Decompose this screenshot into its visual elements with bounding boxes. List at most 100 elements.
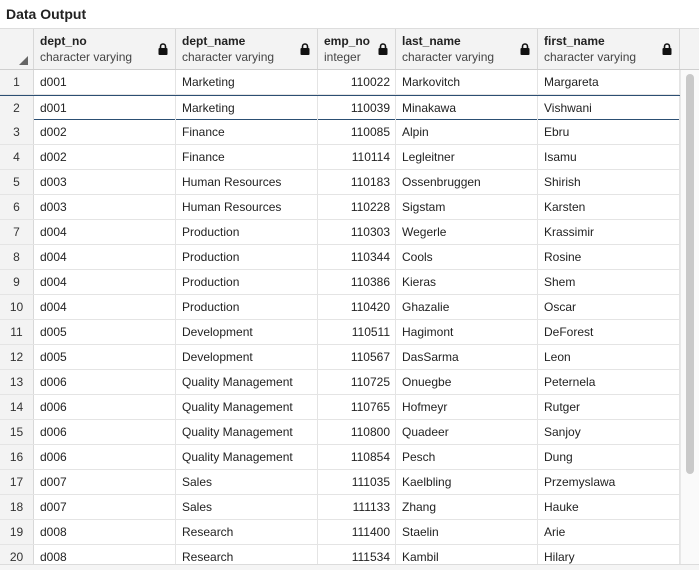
cell-dept-no[interactable]: d008 bbox=[34, 520, 176, 544]
cell-dept-name[interactable]: Quality Management bbox=[176, 370, 318, 394]
cell-dept-name[interactable]: Sales bbox=[176, 470, 318, 494]
cell-emp-no[interactable]: 110800 bbox=[318, 420, 396, 444]
cell-dept-no[interactable]: d007 bbox=[34, 495, 176, 519]
row-number[interactable]: 1 bbox=[0, 70, 34, 94]
cell-dept-no[interactable]: d001 bbox=[34, 70, 176, 94]
cell-dept-no[interactable]: d004 bbox=[34, 270, 176, 294]
cell-first-name[interactable]: Przemyslawa bbox=[538, 470, 680, 494]
cell-last-name[interactable]: Wegerle bbox=[396, 220, 538, 244]
cell-dept-name[interactable]: Marketing bbox=[176, 70, 318, 94]
cell-emp-no[interactable]: 110183 bbox=[318, 170, 396, 194]
cell-dept-name[interactable]: Human Resources bbox=[176, 195, 318, 219]
row-number[interactable]: 2 bbox=[0, 96, 34, 120]
column-header-dept-no[interactable]: dept_no character varying bbox=[34, 29, 176, 69]
cell-last-name[interactable]: Ghazalie bbox=[396, 295, 538, 319]
cell-emp-no[interactable]: 110854 bbox=[318, 445, 396, 469]
table-row[interactable]: 13 d006 Quality Management 110725 Onuegbe Pet… bbox=[0, 370, 680, 395]
cell-last-name[interactable]: Legleitner bbox=[396, 145, 538, 169]
cell-dept-name[interactable]: Production bbox=[176, 270, 318, 294]
cell-dept-name[interactable]: Finance bbox=[176, 145, 318, 169]
cell-emp-no[interactable]: 110022 bbox=[318, 70, 396, 94]
cell-first-name[interactable]: Hauke bbox=[538, 495, 680, 519]
column-header-first-name[interactable]: first_name character varying bbox=[538, 29, 680, 69]
cell-emp-no[interactable]: 110303 bbox=[318, 220, 396, 244]
table-row[interactable]: 10 d004 Production 110420 Ghazalie Oscar bbox=[0, 295, 680, 320]
cell-first-name[interactable]: Peternela bbox=[538, 370, 680, 394]
row-number[interactable]: 17 bbox=[0, 470, 34, 494]
cell-dept-no[interactable]: d003 bbox=[34, 170, 176, 194]
cell-first-name[interactable]: Rosine bbox=[538, 245, 680, 269]
cell-dept-name[interactable]: Sales bbox=[176, 495, 318, 519]
table-row[interactable]: 15 d006 Quality Management 110800 Quadeer San… bbox=[0, 420, 680, 445]
column-header-emp-no[interactable]: emp_no integer bbox=[318, 29, 396, 69]
row-number[interactable]: 15 bbox=[0, 420, 34, 444]
cell-first-name[interactable]: Dung bbox=[538, 445, 680, 469]
cell-last-name[interactable]: Minakawa bbox=[396, 96, 538, 120]
row-number[interactable]: 18 bbox=[0, 495, 34, 519]
table-row[interactable]: 7 d004 Production 110303 Wegerle Krassimir bbox=[0, 220, 680, 245]
cell-emp-no[interactable]: 110567 bbox=[318, 345, 396, 369]
cell-first-name[interactable]: DeForest bbox=[538, 320, 680, 344]
row-number[interactable]: 13 bbox=[0, 370, 34, 394]
cell-last-name[interactable]: DasSarma bbox=[396, 345, 538, 369]
cell-dept-name[interactable]: Research bbox=[176, 520, 318, 544]
cell-dept-no[interactable]: d004 bbox=[34, 245, 176, 269]
cell-first-name[interactable]: Ebru bbox=[538, 120, 680, 144]
cell-dept-name[interactable]: Quality Management bbox=[176, 445, 318, 469]
cell-last-name[interactable]: Kieras bbox=[396, 270, 538, 294]
cell-dept-no[interactable]: d004 bbox=[34, 295, 176, 319]
row-number[interactable]: 10 bbox=[0, 295, 34, 319]
cell-dept-name[interactable]: Research bbox=[176, 545, 318, 564]
cell-last-name[interactable]: Kambil bbox=[396, 545, 538, 564]
table-row[interactable]: 1 d001 Marketing 110022 Markovitch Margareta bbox=[0, 70, 680, 95]
cell-dept-no[interactable]: d006 bbox=[34, 395, 176, 419]
table-row[interactable]: 4 d002 Finance 110114 Legleitner Isamu bbox=[0, 145, 680, 170]
cell-first-name[interactable]: Arie bbox=[538, 520, 680, 544]
cell-first-name[interactable]: Vishwani bbox=[538, 96, 680, 120]
row-number[interactable]: 9 bbox=[0, 270, 34, 294]
cell-first-name[interactable]: Leon bbox=[538, 345, 680, 369]
table-row[interactable]: 5 d003 Human Resources 110183 Ossenbruggen Sh… bbox=[0, 170, 680, 195]
table-row[interactable]: 19 d008 Research 111400 Staelin Arie bbox=[0, 520, 680, 545]
cell-last-name[interactable]: Pesch bbox=[396, 445, 538, 469]
vertical-scrollbar-thumb[interactable] bbox=[686, 74, 694, 474]
table-row[interactable]: 11 d005 Development 110511 Hagimont DeForest bbox=[0, 320, 680, 345]
cell-dept-name[interactable]: Quality Management bbox=[176, 395, 318, 419]
cell-last-name[interactable]: Staelin bbox=[396, 520, 538, 544]
cell-first-name[interactable]: Margareta bbox=[538, 70, 680, 94]
cell-first-name[interactable]: Shem bbox=[538, 270, 680, 294]
cell-dept-no[interactable]: d002 bbox=[34, 145, 176, 169]
cell-emp-no[interactable]: 110114 bbox=[318, 145, 396, 169]
cell-first-name[interactable]: Shirish bbox=[538, 170, 680, 194]
cell-dept-no[interactable]: d004 bbox=[34, 220, 176, 244]
table-row[interactable]: 3 d002 Finance 110085 Alpin Ebru bbox=[0, 120, 680, 145]
cell-first-name[interactable]: Sanjoy bbox=[538, 420, 680, 444]
table-row[interactable]: 14 d006 Quality Management 110765 Hofmeyr Rut… bbox=[0, 395, 680, 420]
cell-dept-no[interactable]: d007 bbox=[34, 470, 176, 494]
cell-dept-no[interactable]: d005 bbox=[34, 320, 176, 344]
cell-dept-name[interactable]: Production bbox=[176, 220, 318, 244]
cell-first-name[interactable]: Hilary bbox=[538, 545, 680, 564]
cell-dept-name[interactable]: Quality Management bbox=[176, 420, 318, 444]
cell-last-name[interactable]: Hagimont bbox=[396, 320, 538, 344]
table-row[interactable]: 18 d007 Sales 111133 Zhang Hauke bbox=[0, 495, 680, 520]
cell-last-name[interactable]: Quadeer bbox=[396, 420, 538, 444]
table-row[interactable]: 16 d006 Quality Management 110854 Pesch Dung bbox=[0, 445, 680, 470]
cell-first-name[interactable]: Krassimir bbox=[538, 220, 680, 244]
table-row[interactable]: 8 d004 Production 110344 Cools Rosine bbox=[0, 245, 680, 270]
table-row[interactable]: 12 d005 Development 110567 DasSarma Leon bbox=[0, 345, 680, 370]
cell-emp-no[interactable]: 110344 bbox=[318, 245, 396, 269]
cell-last-name[interactable]: Hofmeyr bbox=[396, 395, 538, 419]
row-number[interactable]: 14 bbox=[0, 395, 34, 419]
row-number[interactable]: 19 bbox=[0, 520, 34, 544]
cell-last-name[interactable]: Sigstam bbox=[396, 195, 538, 219]
cell-last-name[interactable]: Markovitch bbox=[396, 70, 538, 94]
cell-first-name[interactable]: Oscar bbox=[538, 295, 680, 319]
cell-last-name[interactable]: Zhang bbox=[396, 495, 538, 519]
cell-emp-no[interactable]: 110725 bbox=[318, 370, 396, 394]
column-header-dept-name[interactable]: dept_name character varying bbox=[176, 29, 318, 69]
cell-emp-no[interactable]: 110386 bbox=[318, 270, 396, 294]
cell-dept-name[interactable]: Production bbox=[176, 295, 318, 319]
cell-emp-no[interactable]: 111133 bbox=[318, 495, 396, 519]
table-row[interactable]: 2 d001 Marketing 110039 Minakawa Vishwani bbox=[0, 95, 680, 120]
